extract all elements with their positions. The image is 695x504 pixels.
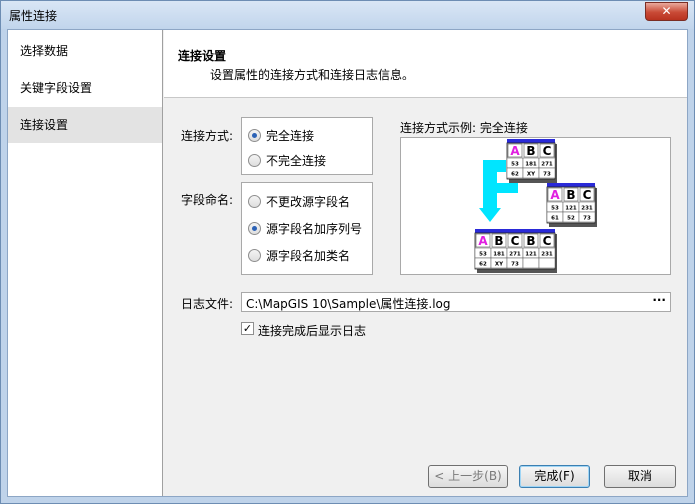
table-cell-value: 181: [493, 252, 505, 258]
table-cell: [522, 257, 540, 269]
table-cell-value: XY: [527, 172, 536, 178]
table-cell-value: 121: [565, 206, 577, 212]
close-button[interactable]: ✕: [645, 2, 688, 21]
table-header-label: A: [510, 144, 520, 158]
example-table-source-2: A B C 53 121 231 61 52 73: [546, 183, 597, 227]
nav-item-key-fields[interactable]: 关键字段设置: [8, 70, 162, 106]
example-label: 连接方式示例: 完全连接: [400, 121, 528, 135]
window-title: 属性连接: [9, 9, 58, 23]
field-naming-group: 不更改源字段名 源字段名加序列号 源字段名加类名: [241, 182, 373, 275]
field-naming-label: 字段命名:: [181, 193, 234, 207]
title-bar[interactable]: 属性连接 ✕: [1, 1, 694, 29]
radio-button[interactable]: [248, 153, 261, 167]
table-header-label: B: [526, 144, 535, 158]
table-header-label: B: [526, 234, 535, 248]
radio-add-class[interactable]: 源字段名加类名: [248, 246, 350, 264]
radio-keep-names[interactable]: 不更改源字段名: [248, 192, 350, 210]
example-table-source-1: A B C 53 181 271 62 XY 73: [506, 139, 557, 183]
cancel-button[interactable]: 取消: [604, 465, 676, 488]
check-mark-icon: ✓: [242, 322, 253, 335]
table-cell-value: XY: [495, 262, 504, 268]
table-cell-value: 121: [525, 252, 537, 258]
table-header-label: C: [583, 188, 592, 202]
radio-add-serial-label: 源字段名加序列号: [266, 221, 363, 236]
source-table-1-titlebar: [507, 139, 555, 143]
show-log-checkbox[interactable]: ✓: [241, 322, 254, 335]
table-cell-value: 62: [511, 172, 519, 178]
table-cell: [538, 257, 556, 269]
radio-button[interactable]: [248, 194, 261, 208]
table-cell-value: 61: [551, 216, 559, 222]
table-cell-value: 52: [567, 216, 575, 222]
join-mode-label: 连接方式:: [181, 129, 234, 143]
table-cell-value: 231: [581, 206, 593, 212]
example-table-result: A B C B C53 181 271 121 23162 XY 73: [474, 229, 557, 273]
table-header-label: B: [494, 234, 503, 248]
radio-full-join-label: 完全连接: [266, 128, 315, 143]
table-cell-value: 271: [509, 252, 521, 258]
table-header-label: A: [478, 234, 488, 248]
source-table-2-titlebar: [547, 183, 595, 187]
table-cell-value: 53: [479, 252, 487, 258]
table-cell-value: 53: [551, 206, 559, 212]
radio-button-checked[interactable]: [248, 221, 261, 235]
radio-button[interactable]: [248, 248, 261, 262]
page-title: 连接设置: [178, 49, 227, 63]
back-button[interactable]: < 上一步(B): [428, 465, 508, 488]
table-cell-value: 181: [525, 162, 537, 168]
table-cell-value: 73: [511, 262, 519, 268]
radio-partial-join-label: 不完全连接: [266, 153, 327, 168]
finish-button[interactable]: 完成(F): [519, 465, 590, 488]
join-example-diagram: A B C 53 181 271 62 XY 73 A B C 53 121 231 61 52 73 ABCB…: [400, 137, 671, 275]
radio-keep-names-label: 不更改源字段名: [266, 194, 351, 209]
table-header-label: C: [511, 234, 520, 248]
radio-add-class-label: 源字段名加类名: [266, 248, 351, 263]
join-example-illustration: A B C53 181 27162 XY 73 A B C53 121 23161 52 73 ABCB…: [474, 139, 597, 273]
result-table-titlebar: [475, 229, 555, 233]
log-file-path-input[interactable]: C:\MapGIS 10\Sample\属性连接.log ···: [241, 292, 671, 312]
radio-add-serial[interactable]: 源字段名加序列号: [248, 219, 362, 237]
table-header-label: B: [566, 188, 575, 202]
page-header: 连接设置 设置属性的连接方式和连接日志信息。: [164, 30, 687, 98]
table-cell-value: 73: [583, 216, 591, 222]
table-cell-value: 53: [511, 162, 519, 168]
nav-item-join-settings[interactable]: 连接设置: [8, 107, 162, 143]
table-cell-value: 231: [541, 252, 553, 258]
table-header-label: C: [543, 234, 552, 248]
dialog-window: 属性连接 ✕ 选择数据 关键字段设置 连接设置 连接设置 设置属性的连接方式和连…: [0, 0, 695, 504]
log-file-path: C:\MapGIS 10\Sample\属性连接.log: [246, 297, 451, 311]
wizard-nav: 选择数据 关键字段设置 连接设置: [8, 30, 163, 496]
arrow-bar: [489, 183, 518, 193]
table-cell-value: 271: [541, 162, 553, 168]
radio-full-join[interactable]: 完全连接: [248, 126, 314, 144]
log-file-label: 日志文件:: [181, 297, 234, 311]
radio-button-checked[interactable]: [248, 128, 261, 142]
show-log-label: 连接完成后显示日志: [258, 324, 367, 338]
dialog-client: 选择数据 关键字段设置 连接设置 连接设置 设置属性的连接方式和连接日志信息。 …: [7, 29, 688, 497]
table-header-label: A: [550, 188, 560, 202]
join-mode-group: 完全连接 不完全连接: [241, 117, 373, 175]
table-header-label: C: [543, 144, 552, 158]
page-subtitle: 设置属性的连接方式和连接日志信息。: [210, 68, 415, 82]
nav-item-select-data[interactable]: 选择数据: [8, 33, 162, 69]
close-icon: ✕: [661, 4, 672, 18]
browse-button[interactable]: ···: [652, 293, 666, 307]
table-cell-value: 73: [543, 172, 551, 178]
radio-partial-join[interactable]: 不完全连接: [248, 151, 326, 169]
table-cell-value: 62: [479, 262, 487, 268]
